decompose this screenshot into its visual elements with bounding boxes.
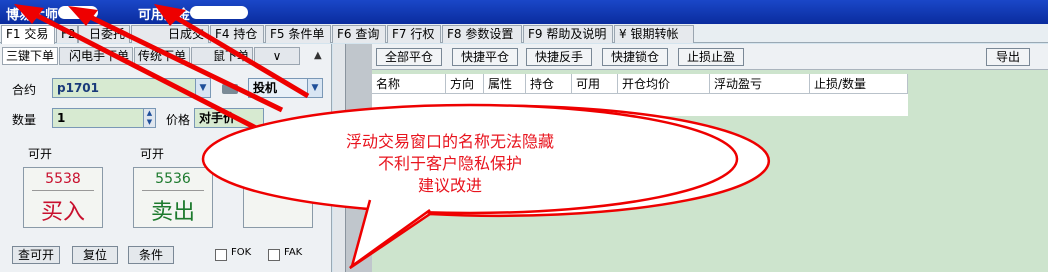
arrow-to-tab-icon [14, 4, 258, 131]
annotation-line-1: 浮动交易窗口的名称无法隐藏 [345, 132, 554, 151]
arrow-to-funds-icon [154, 4, 310, 99]
annotation-line-3: 建议改进 [417, 176, 482, 195]
arrow-to-title-icon [68, 6, 284, 113]
annotation-text: 浮动交易窗口的名称无法隐藏 不利于客户隐私保护 建议改进 [300, 131, 600, 197]
annotation-line-2: 不利于客户隐私保护 [377, 154, 522, 173]
